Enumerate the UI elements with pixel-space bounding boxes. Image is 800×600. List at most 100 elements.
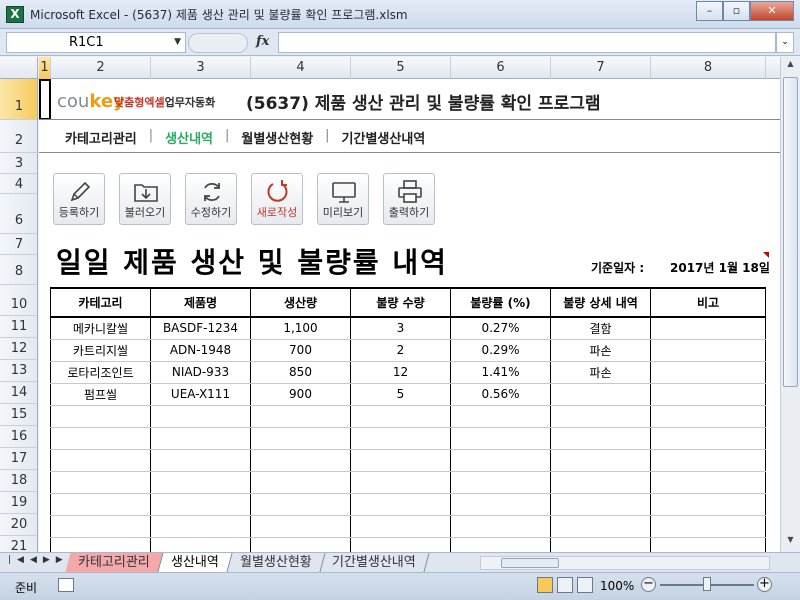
minimize-button[interactable]: – [696,1,723,21]
table-cell[interactable]: 900 [250,382,351,406]
table-cell[interactable] [650,316,766,340]
row-header[interactable]: 10 [0,285,37,316]
row-header[interactable]: 12 [0,338,37,360]
nav-item-category[interactable]: 카테고리관리 [65,128,137,147]
table-cell[interactable] [250,470,351,494]
table-cell[interactable] [550,536,651,552]
column-header[interactable]: 1 [39,57,51,79]
table-cell[interactable] [150,404,251,428]
table-cell[interactable] [550,492,651,516]
table-cell[interactable] [150,536,251,552]
horizontal-scrollbar[interactable] [480,556,770,570]
excel-app-icon[interactable]: X [6,6,24,23]
chevron-down-icon[interactable]: ▼ [174,33,181,52]
select-all-corner[interactable] [0,57,38,79]
row-header[interactable]: 15 [0,404,37,426]
sheet-tab[interactable]: 월별생산현황 [227,553,325,572]
table-cell[interactable] [50,426,151,450]
column-heading-category[interactable]: 카테고리 [50,287,151,318]
table-cell[interactable] [450,536,551,552]
table-cell[interactable] [150,492,251,516]
scroll-up-icon[interactable]: ▲ [783,59,798,74]
insert-function-icon[interactable]: fx [256,34,269,49]
table-cell[interactable] [550,404,651,428]
row-header[interactable]: 6 [0,194,37,234]
load-button[interactable]: 불러오기 [119,173,171,225]
sheet-tab[interactable]: 카테고리관리 [65,553,164,572]
table-cell[interactable]: BASDF-1234 [150,316,251,340]
row-header[interactable]: 17 [0,448,37,470]
table-cell[interactable] [550,448,651,472]
table-cell[interactable]: 로타리조인트 [50,360,151,384]
table-cell[interactable]: NIAD-933 [150,360,251,384]
table-cell[interactable] [650,448,766,472]
page-break-view-icon[interactable] [577,577,593,593]
name-box[interactable]: R1C1 ▼ [6,32,186,53]
row-header[interactable]: 19 [0,492,37,514]
table-cell[interactable]: 파손 [550,338,651,362]
table-cell[interactable] [50,514,151,538]
row-header[interactable]: 1 [0,79,37,120]
normal-view-icon[interactable] [537,577,553,593]
table-cell[interactable]: 1.41% [450,360,551,384]
row-header[interactable]: 2 [0,120,37,153]
page-layout-view-icon[interactable] [557,577,573,593]
table-cell[interactable] [350,470,451,494]
table-cell[interactable]: 850 [250,360,351,384]
nav-item-monthly[interactable]: 월별생산현황 [241,128,313,147]
column-heading-defect-count[interactable]: 불량 수량 [350,287,451,318]
table-cell[interactable] [550,426,651,450]
nav-item-production[interactable]: 생산내역 [165,128,213,147]
table-cell[interactable]: 0.27% [450,316,551,340]
table-cell[interactable] [550,382,651,406]
row-header[interactable]: 16 [0,426,37,448]
formula-cancel-enter-buttons[interactable] [188,33,248,53]
column-header[interactable]: 2 [51,57,151,79]
table-cell[interactable] [250,514,351,538]
zoom-in-icon[interactable]: + [757,577,772,592]
column-header[interactable]: 3 [151,57,251,79]
table-cell[interactable]: 메카니칼씰 [50,316,151,340]
column-heading-quantity[interactable]: 생산량 [250,287,351,318]
row-header[interactable]: 20 [0,514,37,536]
table-cell[interactable] [450,426,551,450]
zoom-slider-thumb[interactable] [703,577,711,591]
table-cell[interactable] [450,514,551,538]
table-cell[interactable] [450,448,551,472]
date-value[interactable]: 2017년 1월 18일 [670,259,770,276]
table-cell[interactable] [350,492,451,516]
table-cell[interactable] [50,492,151,516]
formula-input[interactable] [278,32,776,53]
table-cell[interactable]: 2 [350,338,451,362]
sheet-tab[interactable]: 기간별생산내역 [319,553,430,572]
table-cell[interactable] [250,536,351,552]
zoom-level[interactable]: 100% [600,579,634,593]
table-cell[interactable] [250,448,351,472]
table-cell[interactable] [50,448,151,472]
table-cell[interactable]: 카트리지씰 [50,338,151,362]
expand-formula-bar-icon[interactable]: ⌄ [776,32,794,53]
table-cell[interactable]: 0.29% [450,338,551,362]
row-header[interactable]: 14 [0,382,37,404]
macro-record-icon[interactable] [58,578,74,592]
table-cell[interactable] [650,338,766,362]
table-cell[interactable] [50,470,151,494]
table-cell[interactable] [650,536,766,552]
column-header[interactable]: 7 [551,57,651,79]
table-cell[interactable] [350,514,451,538]
table-cell[interactable] [650,426,766,450]
table-cell[interactable] [50,536,151,552]
print-button[interactable]: 출력하기 [383,173,435,225]
table-cell[interactable] [650,514,766,538]
horizontal-scroll-thumb[interactable] [501,558,559,568]
active-cell-highlight[interactable] [39,79,51,120]
column-header[interactable]: 8 [651,57,766,79]
column-heading-product[interactable]: 제품명 [150,287,251,318]
table-cell[interactable]: UEA-X111 [150,382,251,406]
table-cell[interactable] [350,404,451,428]
table-cell[interactable]: 0.56% [450,382,551,406]
table-cell[interactable] [650,404,766,428]
row-header[interactable]: 13 [0,360,37,382]
row-header[interactable]: 21 [0,536,37,552]
row-header[interactable]: 4 [0,174,37,194]
